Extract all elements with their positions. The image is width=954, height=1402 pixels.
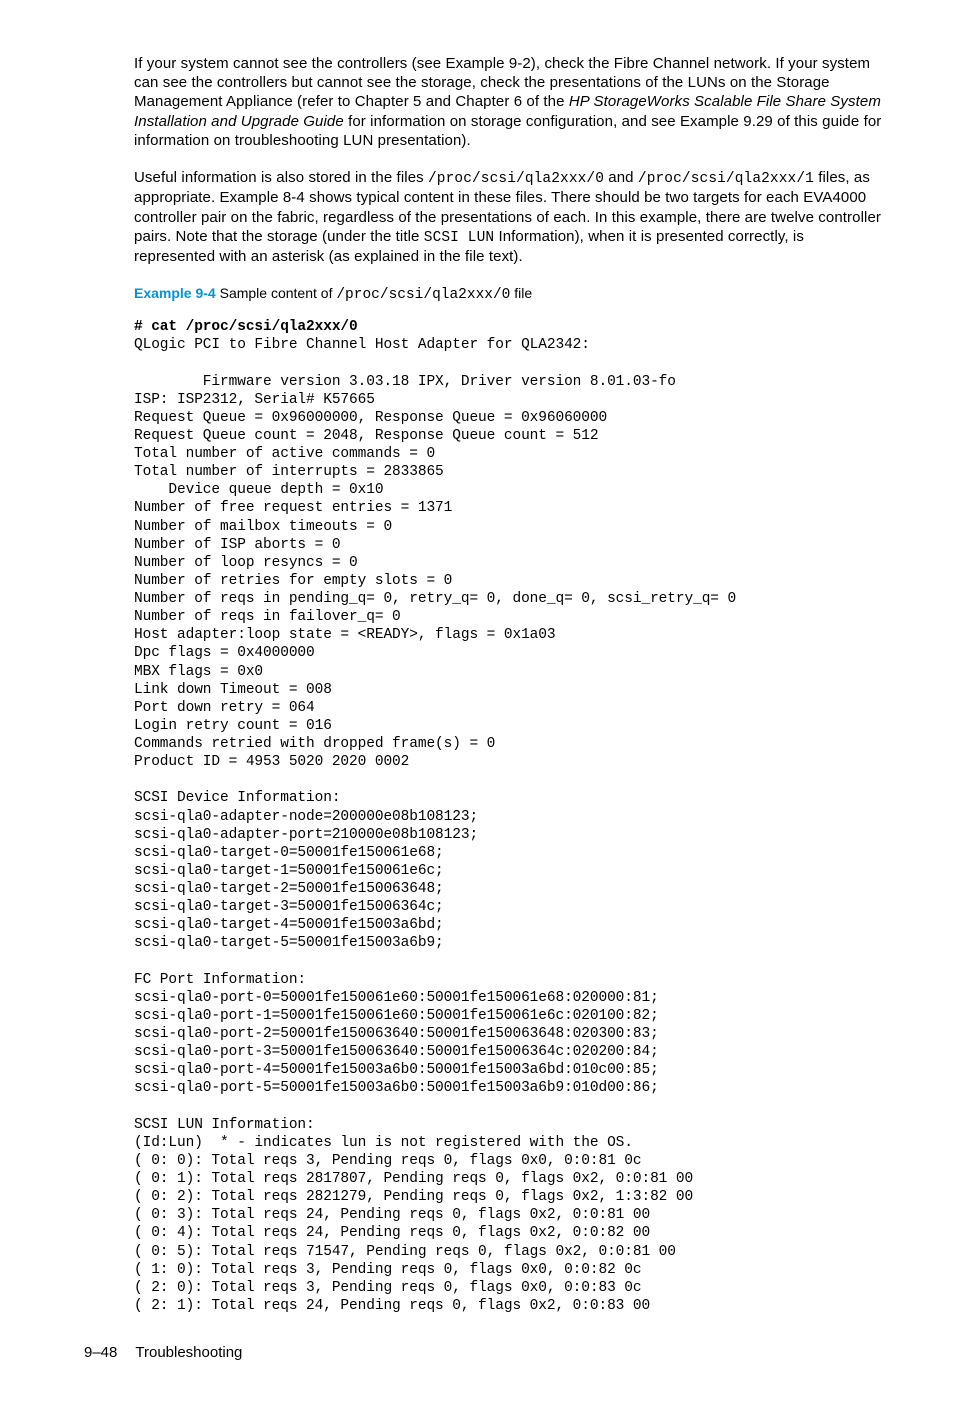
inline-code: /proc/scsi/qla2xxx/1 <box>638 171 814 187</box>
section-title: Troubleshooting <box>135 1344 242 1361</box>
code-body: QLogic PCI to Fibre Channel Host Adapter… <box>134 337 736 1314</box>
page-footer: 9–48 Troubleshooting <box>84 1343 882 1362</box>
code-block: # cat /proc/scsi/qla2xxx/0 QLogic PCI to… <box>134 318 882 1315</box>
page-number: 9–48 <box>84 1344 117 1361</box>
text: Useful information is also stored in the… <box>134 169 428 186</box>
inline-code: SCSI LUN <box>424 230 494 246</box>
command-line: # cat /proc/scsi/qla2xxx/0 <box>134 319 358 335</box>
inline-code: /proc/scsi/qla2xxx/0 <box>428 171 604 187</box>
example-label: Example 9-4 <box>134 285 216 301</box>
paragraph-1: If your system cannot see the controller… <box>134 54 882 150</box>
example-caption: Example 9-4 Sample content of /proc/scsi… <box>134 285 882 305</box>
caption-text: file <box>510 285 532 301</box>
caption-code: /proc/scsi/qla2xxx/0 <box>336 287 510 303</box>
caption-text: Sample content of <box>216 285 337 301</box>
paragraph-2: Useful information is also stored in the… <box>134 168 882 267</box>
text: and <box>604 169 638 186</box>
